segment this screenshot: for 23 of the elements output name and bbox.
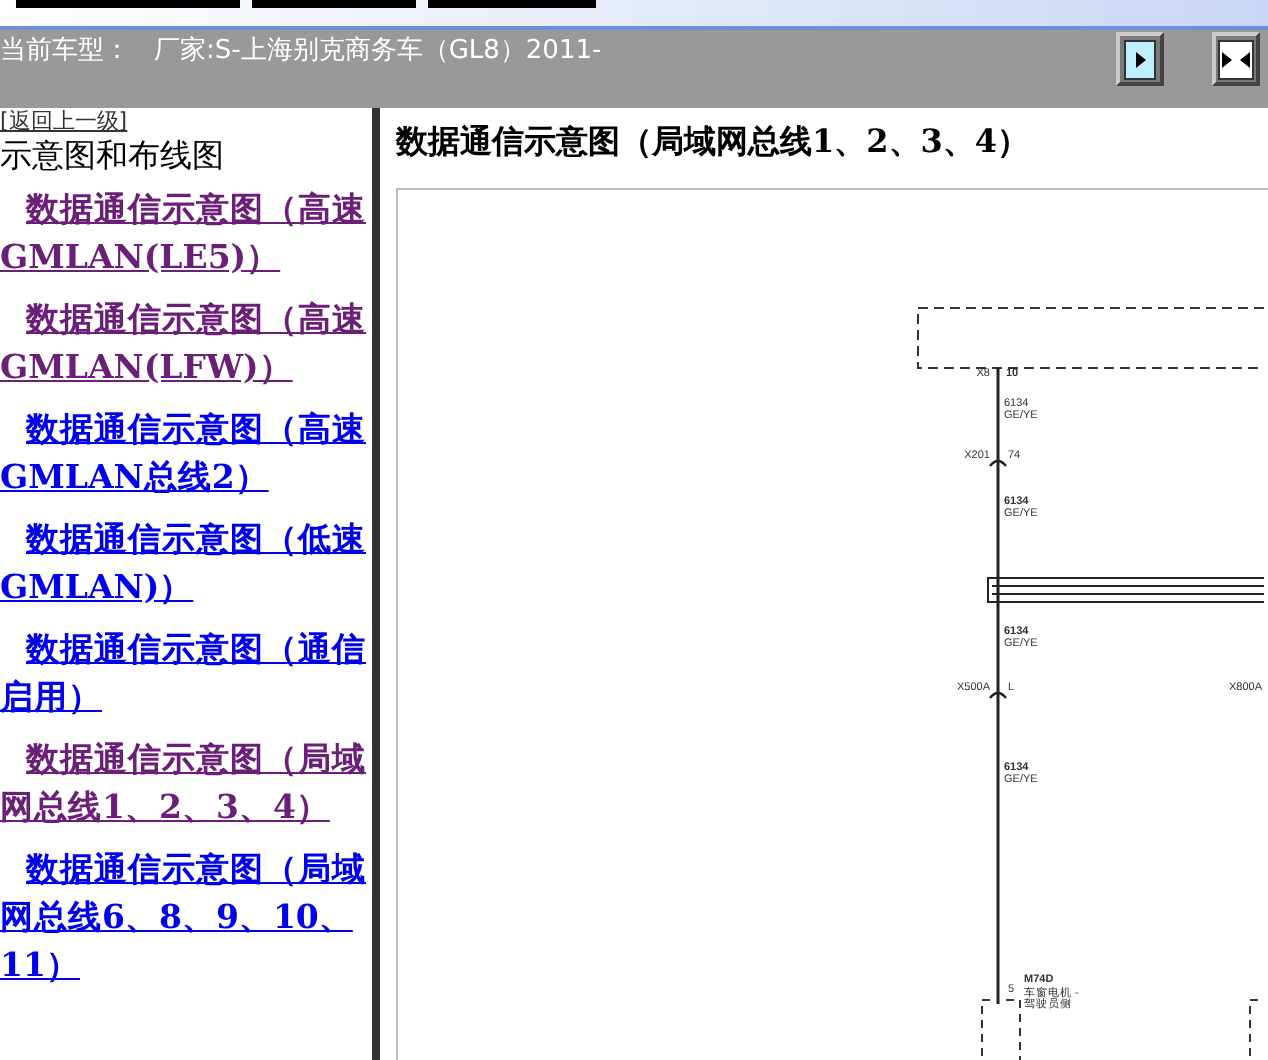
diagram-link[interactable]: 数据通信示意图（局域网总线6、8、9、10、11） — [0, 846, 372, 990]
diagram-link[interactable]: 数据通信示意图（通信启用） — [0, 626, 372, 722]
diagram-link[interactable]: 数据通信示意图（低速GMLAN)） — [0, 516, 372, 612]
connector-symbol — [989, 691, 1007, 699]
back-link[interactable]: [返回上一级] — [0, 108, 372, 134]
diagram-link[interactable]: 数据通信示意图（高速GMLAN(LE5)） — [0, 186, 372, 282]
diagram-link[interactable]: 数据通信示意图（局域网总线1、2、3、4） — [0, 736, 372, 832]
toolbar-tab[interactable] — [252, 0, 416, 8]
diagram-link[interactable]: 数据通信示意图（高速GMLAN(LFW)） — [0, 296, 372, 392]
page-title: 数据通信示意图（局域网总线1、2、3、4） — [396, 120, 1032, 164]
toolbar-tab[interactable] — [16, 0, 240, 8]
diagram-link[interactable]: 数据通信示意图（高速GMLAN总线2） — [0, 406, 372, 502]
component-outline — [981, 999, 1021, 1060]
toolbar-tab[interactable] — [428, 0, 596, 8]
expand-button[interactable] — [1116, 32, 1164, 86]
section-title: 示意图和布线图 — [0, 134, 226, 178]
arrows-inward-icon — [1218, 39, 1254, 79]
component-outline — [1249, 999, 1264, 1060]
vehicle-name: 厂家:S-上海别克商务车（GL8）2011- — [154, 34, 602, 68]
connector-symbol — [989, 459, 1007, 467]
vehicle-label: 当前车型： — [0, 34, 130, 68]
arrow-right-icon — [1124, 39, 1156, 79]
collapse-button[interactable] — [1212, 32, 1260, 86]
